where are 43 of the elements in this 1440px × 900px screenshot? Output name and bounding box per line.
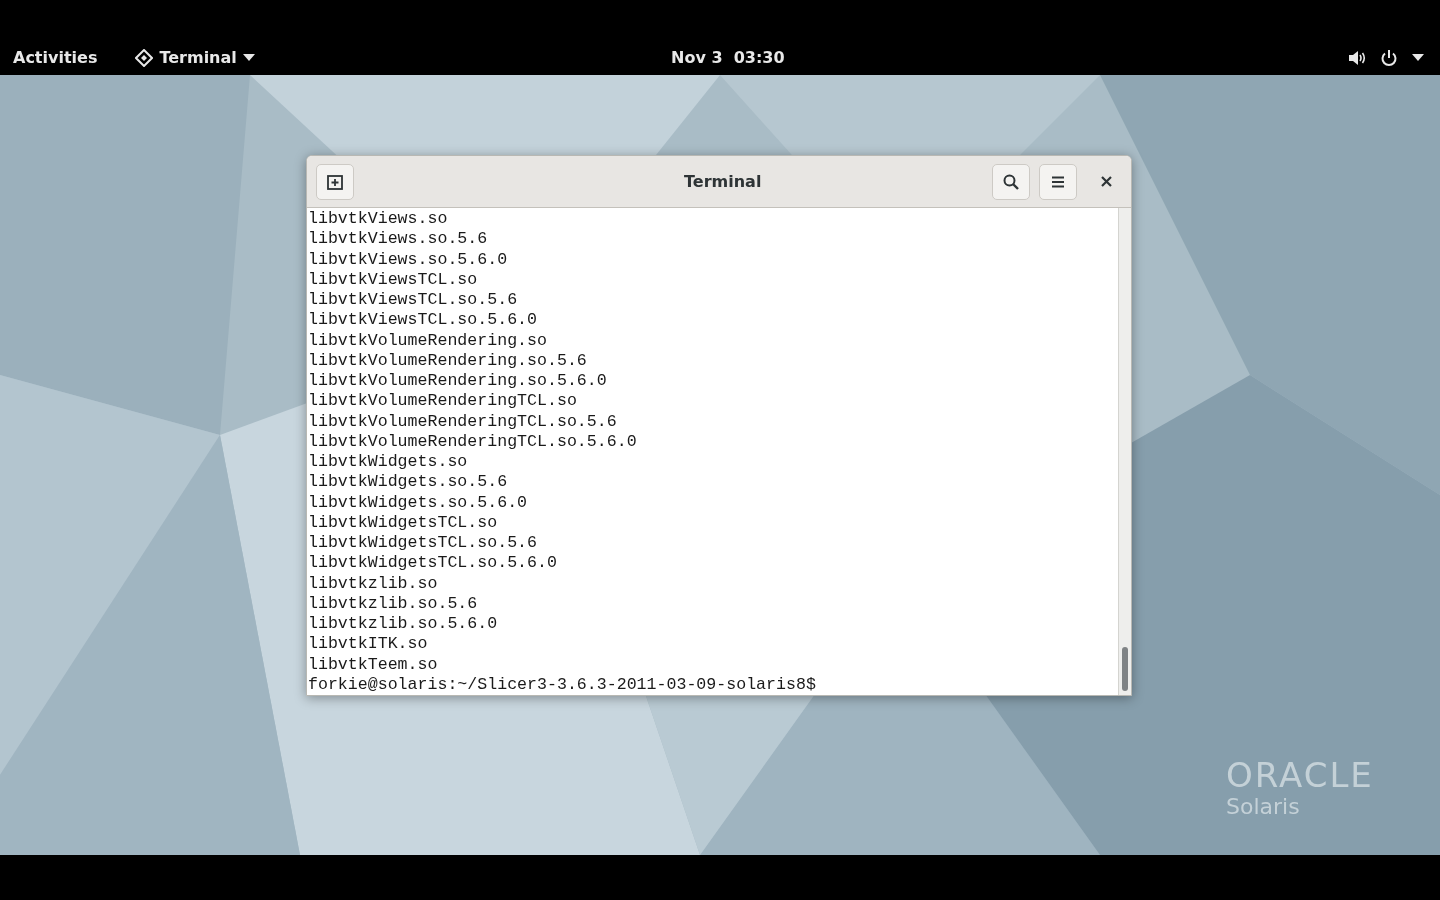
output-line: libvtkWidgetsTCL.so.5.6 <box>308 533 538 554</box>
output-line: libvtkWidgets.so.5.6 <box>308 472 508 493</box>
output-line: libvtkViews.so.5.6.0 <box>308 249 508 270</box>
output-line: libvtkzlib.so.5.6.0 <box>308 614 498 635</box>
output-line: libvtkzlib.so <box>308 573 438 594</box>
output-line: libvtkViews.so.5.6 <box>308 229 488 250</box>
scrollbar[interactable] <box>1118 208 1131 695</box>
close-icon <box>1100 176 1112 187</box>
output-line: libvtkVolumeRendering.so.5.6 <box>308 350 587 371</box>
output-line: libvtkViews.so <box>308 209 448 230</box>
shell-prompt: forkie@solaris:~/Slicer3-3.6.3-2011-03-09-solaris8$ <box>308 674 816 695</box>
window-title: Terminal <box>684 170 762 193</box>
output-line: libvtkTeem.so <box>308 654 438 675</box>
output-line: libvtkViewsTCL.so.5.6.0 <box>308 310 538 331</box>
output-line: libvtkWidgets.so <box>308 452 468 473</box>
output-line: libvtkVolumeRenderingTCL.so.5.6.0 <box>308 431 637 452</box>
output-line: libvtkVolumeRendering.so <box>308 330 547 351</box>
new-tab-button[interactable] <box>316 163 354 200</box>
output-line: libvtkViewsTCL.so <box>308 269 478 290</box>
output-line: libvtkVolumeRenderingTCL.so <box>308 391 577 412</box>
new-tab-icon <box>326 172 344 191</box>
output-line: libvtkVolumeRendering.so.5.6.0 <box>308 371 607 392</box>
volume-icon[interactable] <box>1348 49 1366 66</box>
output-line: libvtkViewsTCL.so.5.6 <box>308 290 518 311</box>
output-line: libvtkzlib.so.5.6 <box>308 593 478 614</box>
logo-text: ORACLE <box>1226 758 1374 792</box>
search-button[interactable] <box>992 163 1030 200</box>
output-line: libvtkWidgetsTCL.so <box>308 512 498 533</box>
output-line: libvtkWidgets.so.5.6.0 <box>308 492 528 513</box>
output-line: libvtkWidgetsTCL.so.5.6.0 <box>308 553 557 574</box>
app-menu[interactable]: Terminal <box>159 45 237 70</box>
search-icon <box>1002 172 1020 191</box>
caret-icon[interactable] <box>242 53 255 62</box>
menu-button[interactable] <box>1039 163 1077 200</box>
clock[interactable]: Nov 3 03:30 <box>671 45 785 70</box>
caret-icon[interactable] <box>1412 53 1424 62</box>
activities-button[interactable]: Activities <box>13 45 98 70</box>
output-line: libvtkITK.so <box>308 634 428 655</box>
power-icon[interactable] <box>1380 48 1398 67</box>
app-icon <box>135 48 154 67</box>
menu-icon <box>1051 174 1065 189</box>
output-line: libvtkVolumeRenderingTCL.so.5.6 <box>308 411 617 432</box>
logo-text: Solaris <box>1226 796 1301 818</box>
